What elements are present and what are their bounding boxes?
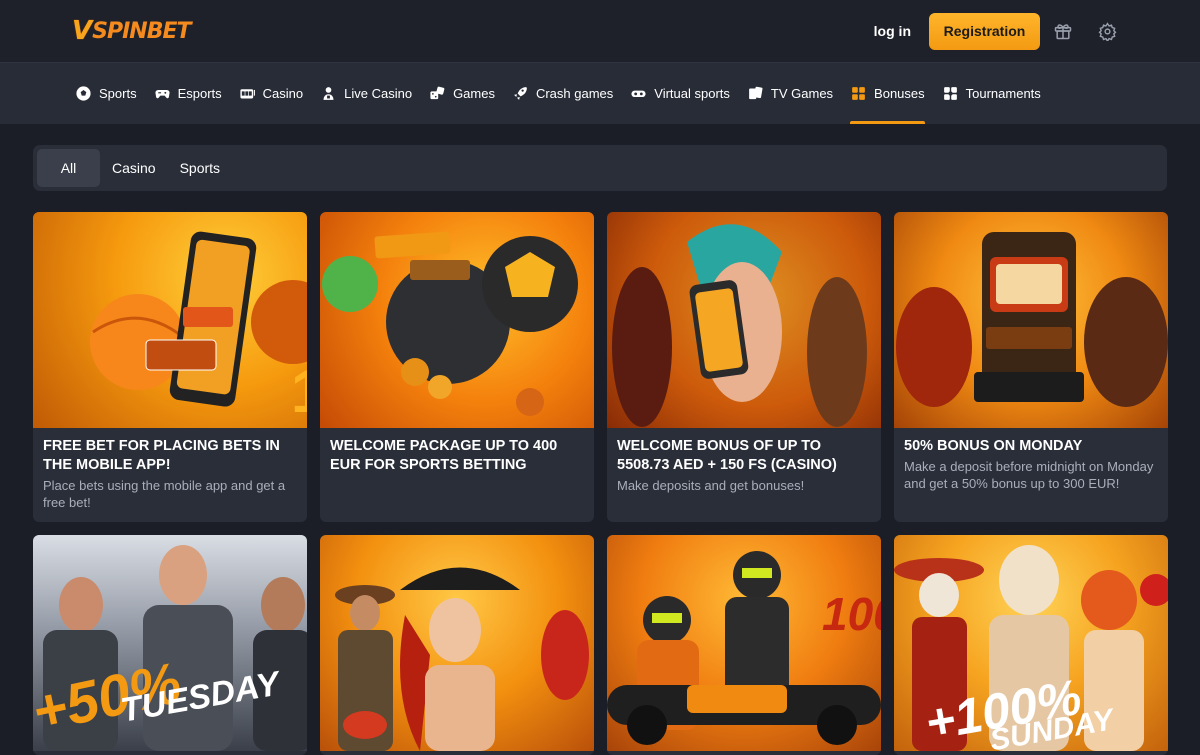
bonus-card-description: Make a deposit before midnight on Monday… <box>904 459 1154 491</box>
gift-box-icon <box>852 87 865 100</box>
gift-icon[interactable] <box>1042 13 1084 50</box>
bonus-card[interactable]: 10 Free bet for placing bets in the mobi… <box>33 212 307 522</box>
bonus-banner-image <box>320 212 594 428</box>
filter-tab-sports[interactable]: Sports <box>168 149 232 187</box>
bonus-banner-image: 100 <box>607 535 881 751</box>
nav-item-live-casino[interactable]: Live Casino <box>320 63 412 124</box>
bonus-card[interactable]: Welcome bonus of up to 5508.73 AED + 150… <box>607 212 881 522</box>
nav-label: Games <box>453 86 495 101</box>
rocket-icon <box>514 87 527 100</box>
nav-label: Live Casino <box>344 86 413 101</box>
bonus-card[interactable]: +50% TUESDAY <box>33 535 307 755</box>
registration-button[interactable]: Registration <box>929 12 1040 50</box>
nav-label: Casino <box>262 86 304 101</box>
bonus-banner-image: 10 <box>33 212 307 428</box>
bonus-card-title: 50% bonus on Monday <box>904 438 1083 454</box>
nav-label: Tournaments <box>965 86 1041 101</box>
logo-mark: V <box>72 16 92 46</box>
filter-tab-all[interactable]: All <box>37 149 100 187</box>
bonus-card-title: Welcome bonus of up to 5508.73 AED + 150… <box>617 438 837 473</box>
cards-icon <box>749 86 763 100</box>
main-nav: Sports Esports Casino Live Casino Games … <box>0 62 1200 124</box>
virtual-controller-icon <box>631 90 646 98</box>
gamepad-icon <box>154 89 170 99</box>
nav-item-crash-games[interactable]: Crash games <box>512 63 613 124</box>
filter-tab-casino[interactable]: Casino <box>100 149 168 187</box>
nav-label: Virtual sports <box>654 86 730 101</box>
nav-label: TV Games <box>770 86 834 101</box>
svg-text:10: 10 <box>291 358 307 425</box>
bonus-card[interactable]: Welcome package up to 400 EUR for sports… <box>320 212 594 522</box>
bonus-card-body: 50% bonus on Monday Make a deposit befor… <box>894 428 1168 492</box>
trophy-icon <box>943 87 957 100</box>
svg-text:100: 100 <box>822 588 881 640</box>
bonus-card-title: Free bet for placing bets in the mobile … <box>43 438 280 473</box>
nav-item-casino[interactable]: Casino <box>239 63 303 124</box>
bonus-card-title: Welcome package up to 400 EUR for sports… <box>330 438 558 473</box>
dealer-icon <box>323 87 334 100</box>
nav-item-games[interactable]: Games <box>429 63 495 124</box>
nav-item-esports[interactable]: Esports <box>154 63 222 124</box>
bonus-card[interactable]: 50% bonus on Monday Make a deposit befor… <box>894 212 1168 522</box>
brand-logo[interactable]: V SPINBET <box>72 16 192 46</box>
nav-item-sports[interactable]: Sports <box>75 63 137 124</box>
bonus-banner-image <box>607 212 881 428</box>
bonus-card-body: Welcome bonus of up to 5508.73 AED + 150… <box>607 428 881 494</box>
nav-item-tournaments[interactable]: Tournaments <box>942 63 1041 124</box>
nav-item-bonuses[interactable]: Bonuses <box>850 63 925 124</box>
bonus-card-body: Free bet for placing bets in the mobile … <box>33 428 307 511</box>
bonus-card-body: Welcome package up to 400 EUR for sports… <box>320 428 594 475</box>
soccer-ball-icon <box>76 86 91 101</box>
bonus-card[interactable]: 100 <box>607 535 881 755</box>
nav-label: Esports <box>177 86 222 101</box>
bonus-banner-image <box>894 212 1168 428</box>
bonus-card-description: Place bets using the mobile app and get … <box>43 478 286 510</box>
login-link[interactable]: log in <box>874 23 911 39</box>
nav-item-virtual-sports[interactable]: Virtual sports <box>630 63 730 124</box>
logo-word: SPINBET <box>92 18 191 44</box>
nav-label: Sports <box>99 86 137 101</box>
gear-icon[interactable] <box>1086 13 1128 50</box>
top-bar: V SPINBET log in Registration <box>0 0 1200 62</box>
nav-item-tv-games[interactable]: TV Games <box>747 63 833 124</box>
bonus-card[interactable]: +100% SUNDAY <box>894 535 1168 755</box>
header-actions: log in Registration <box>874 12 1128 50</box>
bonus-card[interactable] <box>320 535 594 755</box>
dice-icon <box>430 86 445 100</box>
bonus-card-description: Make deposits and get bonuses! <box>617 478 805 493</box>
bonus-banner-image: +100% SUNDAY <box>894 535 1168 751</box>
bonus-banner-image: +50% TUESDAY <box>33 535 307 751</box>
nav-label: Bonuses <box>874 86 925 101</box>
bonus-grid: 10 Free bet for placing bets in the mobi… <box>33 212 1168 755</box>
slot-machine-icon <box>240 89 255 99</box>
nav-label: Crash games <box>535 86 614 101</box>
bonus-banner-image <box>320 535 594 751</box>
bonus-filter-tabs: All Casino Sports <box>33 145 1167 191</box>
